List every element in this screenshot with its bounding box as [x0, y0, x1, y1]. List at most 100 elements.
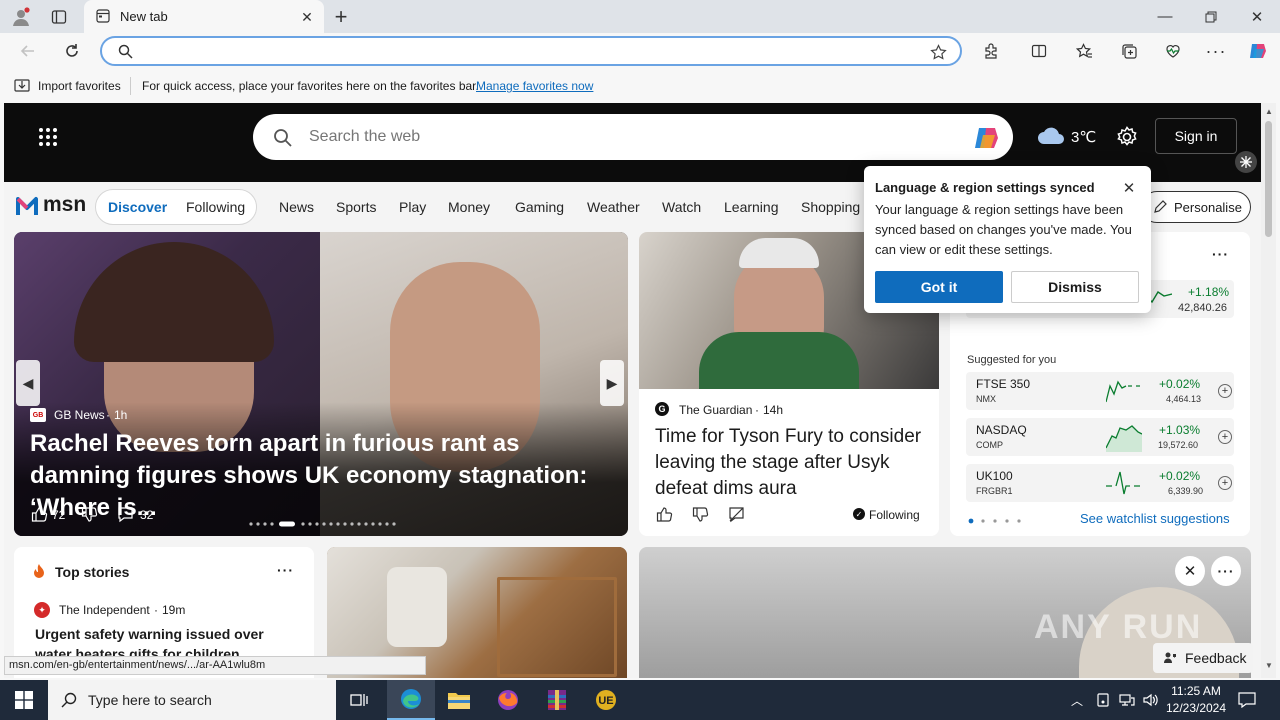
stock-code: FRGBR1 — [976, 486, 1013, 496]
task-view-icon[interactable] — [336, 680, 384, 720]
nav-sports[interactable]: Sports — [336, 199, 376, 215]
copilot-search-icon[interactable] — [971, 122, 1003, 154]
add-to-watchlist-icon[interactable]: + — [1218, 476, 1232, 490]
close-tab-icon[interactable]: ✕ — [298, 8, 316, 26]
weather-cloud-icon[interactable] — [1036, 125, 1066, 147]
carousel-next-icon[interactable]: ▶ — [600, 360, 624, 406]
like-icon[interactable] — [30, 505, 48, 523]
feedback-label: Feedback — [1185, 650, 1247, 666]
scroll-down-icon[interactable]: ▼ — [1265, 661, 1273, 670]
tab-actions-icon[interactable] — [46, 4, 72, 30]
collections-icon[interactable] — [1113, 35, 1145, 67]
side-comment-icon[interactable] — [727, 505, 745, 523]
weather-temp[interactable]: 3℃ — [1071, 128, 1096, 146]
hero-story-card[interactable]: ◀ ▶ GB GB News · 1h Rachel Reeves torn a… — [14, 232, 628, 536]
taskbar-search[interactable]: Type here to search — [48, 680, 336, 720]
carousel-dots[interactable] — [248, 514, 398, 527]
scroll-up-icon[interactable]: ▲ — [1265, 107, 1273, 116]
comment-icon[interactable] — [116, 505, 134, 523]
nav-watch[interactable]: Watch — [662, 199, 701, 215]
network-icon[interactable] — [1117, 692, 1137, 708]
card-more-icon[interactable]: ··· — [1211, 556, 1241, 586]
side-dislike-icon[interactable] — [691, 505, 709, 523]
popup-close-icon[interactable]: ✕ — [1118, 177, 1140, 199]
taskbar-search-input[interactable]: Type here to search — [88, 692, 212, 708]
watchlist-more-icon[interactable]: ··· — [1212, 246, 1229, 262]
settings-gear-icon[interactable] — [1114, 124, 1140, 150]
feedback-button[interactable]: Feedback — [1153, 643, 1253, 673]
background-settings-icon[interactable] — [1235, 151, 1257, 173]
clock-time[interactable]: 11:25 AM — [1168, 684, 1224, 698]
vertical-scrollbar[interactable]: ▲ ▼ — [1261, 103, 1276, 678]
nav-learning[interactable]: Learning — [724, 199, 779, 215]
extensions-icon[interactable] — [975, 35, 1007, 67]
dislike-icon[interactable] — [80, 505, 98, 523]
add-to-watchlist-icon[interactable]: + — [1218, 430, 1232, 444]
gb-news-logo-icon: GB — [30, 408, 46, 422]
favorites-icon[interactable] — [1068, 35, 1100, 67]
nav-money[interactable]: Money — [448, 199, 490, 215]
ultraedit-icon[interactable]: UE — [582, 680, 630, 720]
see-watchlist-link[interactable]: See watchlist suggestions — [1080, 511, 1230, 526]
copilot-icon[interactable] — [1242, 35, 1274, 67]
split-screen-icon[interactable] — [1023, 35, 1055, 67]
favorites-bar: Import favorites For quick access, place… — [0, 71, 1280, 102]
nav-weather[interactable]: Weather — [587, 199, 640, 215]
close-window-icon[interactable]: ✕ — [1234, 0, 1280, 33]
personalise-button[interactable]: Personalise — [1141, 191, 1251, 223]
tab-following[interactable]: Following — [186, 199, 245, 215]
browser-tab[interactable]: New tab ✕ — [84, 0, 324, 33]
web-search-box[interactable]: Search the web — [253, 114, 1013, 160]
manage-favorites-link[interactable]: Manage favorites now — [476, 79, 593, 93]
watchlist-row[interactable]: UK100 FRGBR1 +0.02% 6,339.90 + — [966, 464, 1234, 502]
msn-logo[interactable]: msn — [16, 191, 86, 221]
tray-device-icon[interactable] — [1094, 692, 1112, 708]
nav-play[interactable]: Play — [399, 199, 426, 215]
watchlist-page-dots[interactable] — [968, 518, 1028, 524]
web-search-input[interactable]: Search the web — [309, 128, 420, 146]
new-tab-button[interactable]: + — [328, 4, 354, 30]
watchlist-row[interactable]: FTSE 350 NMX +0.02% 4,464.13 + — [966, 372, 1234, 410]
like-count: 72 — [52, 508, 66, 522]
profile-icon[interactable] — [8, 4, 34, 30]
edge-taskbar-icon[interactable] — [387, 680, 435, 720]
got-it-button[interactable]: Got it — [875, 271, 1003, 303]
sign-in-button[interactable]: Sign in — [1155, 118, 1237, 154]
restore-icon[interactable] — [1188, 0, 1234, 33]
back-icon[interactable] — [12, 35, 44, 67]
notifications-icon[interactable] — [1236, 690, 1258, 710]
more-menu-icon[interactable]: ··· — [1200, 35, 1232, 67]
side-like-icon[interactable] — [655, 505, 673, 523]
add-to-watchlist-icon[interactable]: + — [1218, 384, 1232, 398]
nav-gaming[interactable]: Gaming — [515, 199, 564, 215]
nav-shopping[interactable]: Shopping — [801, 199, 860, 215]
favorite-star-icon[interactable] — [928, 42, 948, 62]
clock-date[interactable]: 12/23/2024 — [1163, 701, 1229, 715]
carousel-prev-icon[interactable]: ◀ — [16, 360, 40, 406]
refresh-icon[interactable] — [56, 35, 88, 67]
minimize-icon[interactable]: — — [1142, 0, 1188, 33]
stock-value: 4,464.13 — [1166, 394, 1202, 404]
file-explorer-icon[interactable] — [435, 680, 483, 720]
dismiss-card-icon[interactable]: ✕ — [1175, 556, 1205, 586]
dismiss-button[interactable]: Dismiss — [1011, 271, 1139, 303]
apps-grid-icon[interactable] — [36, 125, 60, 149]
performance-icon[interactable] — [1157, 35, 1189, 67]
firefox-icon[interactable] — [484, 680, 532, 720]
import-favorites-button[interactable]: Import favorites — [38, 79, 121, 93]
scroll-thumb[interactable] — [1265, 121, 1272, 237]
tray-chevron-icon[interactable]: ︿ — [1068, 692, 1086, 708]
hero-source: GB News — [54, 408, 105, 422]
watchlist-row[interactable]: NASDAQ COMP +1.03% 19,572.60 + — [966, 418, 1234, 456]
address-bar[interactable] — [100, 36, 962, 66]
tab-discover[interactable]: Discover — [108, 199, 167, 215]
flame-icon — [32, 563, 46, 579]
winrar-icon[interactable] — [533, 680, 581, 720]
top-stories-more-icon[interactable]: ··· — [277, 562, 294, 578]
following-label[interactable]: Following — [869, 508, 920, 522]
side-headline[interactable]: Time for Tyson Fury to consider leaving … — [655, 424, 927, 502]
top-story-source: The Independent — [59, 603, 150, 617]
start-windows-icon[interactable] — [0, 680, 48, 720]
nav-news[interactable]: News — [279, 199, 314, 215]
volume-icon[interactable] — [1141, 692, 1161, 708]
